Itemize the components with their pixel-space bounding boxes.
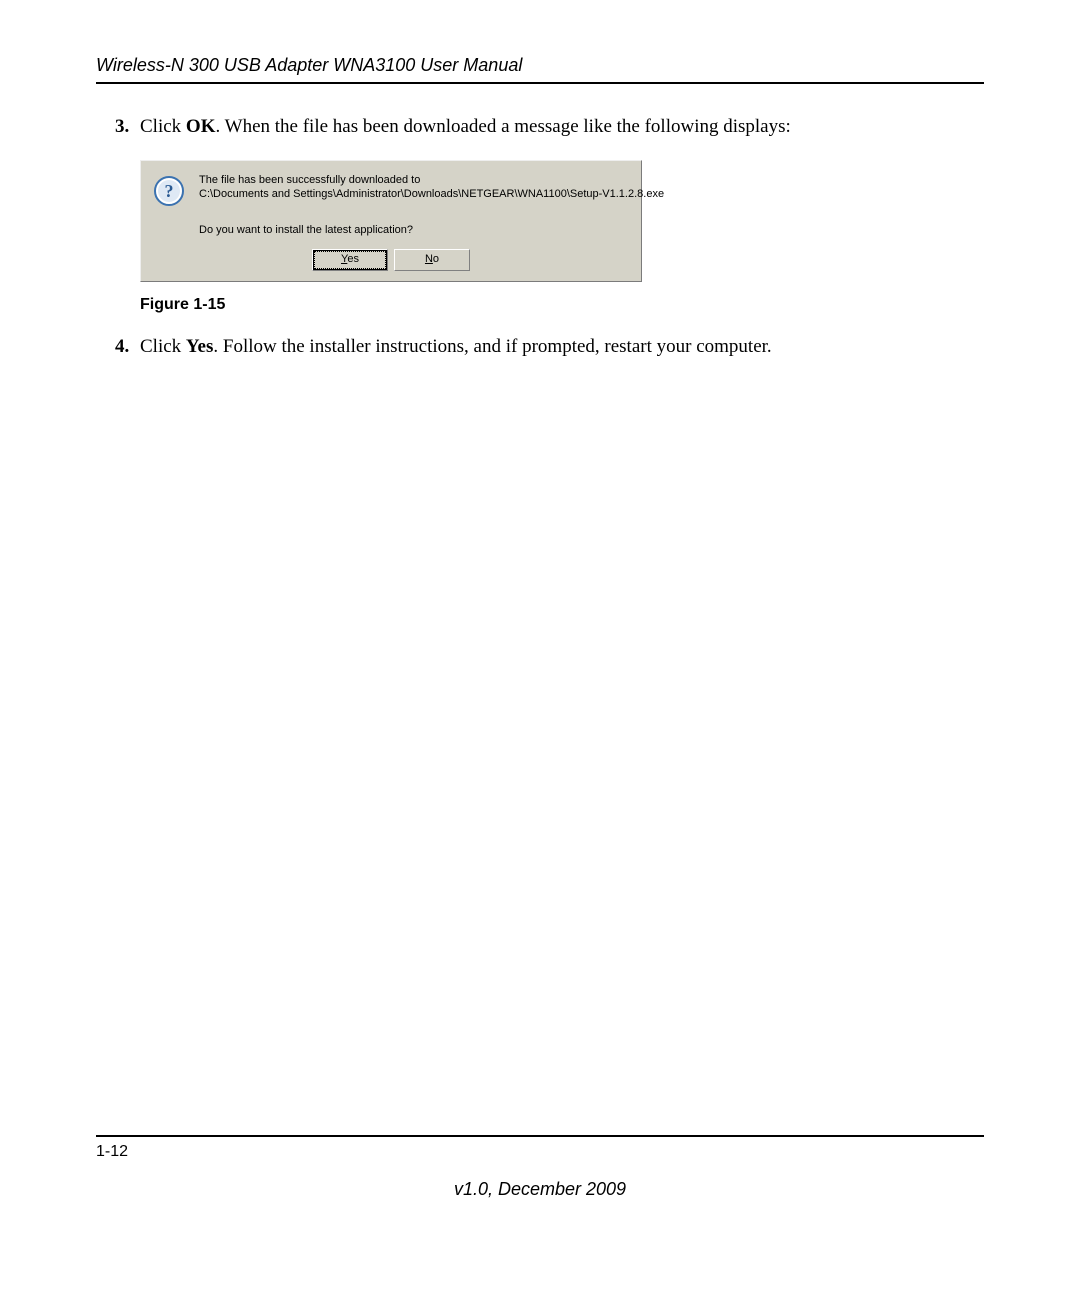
- question-icon: ?: [153, 175, 185, 207]
- svg-text:?: ?: [165, 181, 174, 201]
- step-3-bold: OK: [186, 116, 216, 137]
- page-number: 1-12: [96, 1143, 984, 1161]
- download-complete-dialog: ? The file has been successfully downloa…: [140, 160, 642, 283]
- dialog-line1: The file has been successfully downloade…: [199, 173, 664, 188]
- dialog-message: The file has been successfully downloade…: [199, 173, 664, 203]
- step-3-prefix: Click: [140, 116, 186, 137]
- figure-caption: Figure 1-15: [140, 294, 984, 316]
- steps-list: Click OK. When the file has been downloa…: [106, 114, 984, 360]
- step-4: Click Yes. Follow the installer instruct…: [134, 334, 984, 360]
- page-header-title: Wireless-N 300 USB Adapter WNA3100 User …: [96, 55, 984, 84]
- step-4-suffix: . Follow the installer instructions, and…: [213, 336, 771, 357]
- no-button[interactable]: No: [394, 249, 470, 271]
- dialog-path: C:\Documents and Settings\Administrator\…: [199, 187, 664, 202]
- step-4-prefix: Click: [140, 336, 186, 357]
- page-footer: 1-12 v1.0, December 2009: [96, 1135, 984, 1200]
- version-text: v1.0, December 2009: [96, 1179, 984, 1200]
- yes-button[interactable]: Yes: [312, 249, 388, 271]
- dialog-question: Do you want to install the latest applic…: [199, 223, 629, 238]
- dialog-buttons: Yes No: [153, 249, 629, 271]
- step-3-suffix: . When the file has been downloaded a me…: [215, 116, 790, 137]
- step-4-bold: Yes: [186, 336, 213, 357]
- step-3: Click OK. When the file has been downloa…: [134, 114, 984, 316]
